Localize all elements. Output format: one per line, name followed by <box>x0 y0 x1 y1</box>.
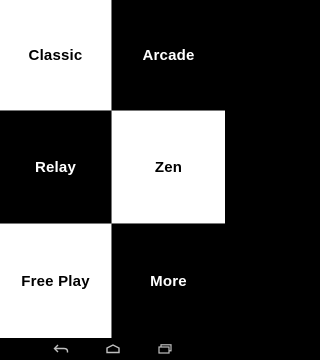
tile-label-more: More <box>150 272 187 290</box>
recent-apps-button[interactable] <box>154 341 176 357</box>
back-button[interactable] <box>50 341 72 357</box>
tile-more[interactable]: More <box>112 224 225 338</box>
game-menu-screen: Classic Arcade Relay Zen Free Play More <box>0 0 225 360</box>
tile-label-relay: Relay <box>34 158 77 176</box>
tile-zen[interactable]: Zen <box>112 111 225 224</box>
tile-label-zen: Zen <box>154 158 183 176</box>
tile-label-classic: Classic <box>28 46 83 64</box>
home-button[interactable] <box>102 341 124 357</box>
recent-apps-icon <box>157 344 172 354</box>
tile-classic[interactable]: Classic <box>0 0 112 111</box>
tile-label-arcade: Arcade <box>142 46 195 64</box>
back-icon <box>53 344 68 353</box>
tile-relay[interactable]: Relay <box>0 111 112 224</box>
tile-label-free-play: Free Play <box>21 272 90 290</box>
mode-tile-grid: Classic Arcade Relay Zen Free Play More <box>0 0 225 338</box>
tile-free-play[interactable]: Free Play <box>0 224 112 338</box>
tile-arcade[interactable]: Arcade <box>112 0 225 111</box>
home-icon <box>105 344 120 354</box>
system-navigation-bar <box>0 338 225 360</box>
